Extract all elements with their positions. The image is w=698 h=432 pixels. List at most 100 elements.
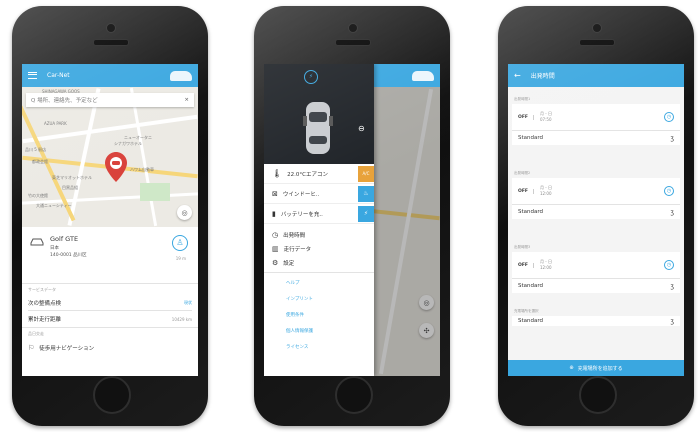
next-service-label: 次の整備点検	[28, 301, 62, 307]
climate-toggle-button[interactable]: A/C	[358, 165, 374, 182]
drawer-item-departure[interactable]: ◷ 出発時間	[264, 228, 374, 242]
home-button	[335, 376, 373, 414]
battery-icon: ▮	[272, 209, 276, 218]
drawer-item-trip-data[interactable]: ▥ 走行データ	[264, 242, 374, 256]
charge-mode-icon: ʒ	[670, 317, 674, 325]
add-charge-location-label: 充電場所を追加する	[577, 365, 623, 372]
drawer-item-climate[interactable]: 🌡 22.0°Cエアコン A/C	[264, 164, 374, 184]
help-link[interactable]: ヘルプ	[264, 275, 374, 291]
locate-icon[interactable]: ◎	[177, 205, 192, 220]
departure-label: 出発時間	[283, 233, 306, 239]
departure-1-mode-row[interactable]: Standard ʒ	[512, 131, 680, 145]
drawer-item-window-heat[interactable]: ⊠ ウインドーヒ.. ♨	[264, 184, 374, 204]
navigation-drawer: ⚡ ⊖ 🌡 22.0°Cエアコン A/C ⊠ ウインドーヒ.. ♨ ▮ バッテリ…	[264, 64, 374, 376]
departure-time-icon: ◷	[272, 231, 279, 239]
home-button	[579, 376, 617, 414]
service-section-header: サービスデータ	[28, 287, 56, 292]
departure-3-toggle[interactable]: OFF	[518, 262, 534, 268]
map-label: AZUA PARK	[44, 121, 67, 126]
lock-icon: ⊖	[358, 124, 365, 133]
departure-2-days: 月 - 日	[539, 185, 552, 190]
phone-departure-screen: ← 出発時間 出発時間1 OFF 月 - 日 07:50 ◷ Standard …	[498, 6, 694, 426]
ev-charge-icon: ⚡	[304, 70, 318, 84]
departure-2-label: 出発時間2	[514, 171, 531, 175]
departure-2-toggle[interactable]: OFF	[518, 188, 534, 194]
charge-mode-icon: ʒ	[670, 282, 674, 290]
map-label: ハワム自動車	[130, 167, 154, 172]
screen: Car-Net SHINAGAWA GOOS AZUA PARK ニューオータニ…	[22, 64, 198, 376]
departure-3-row[interactable]: OFF 月 - 日 12:00 ◷	[512, 252, 680, 278]
search-input[interactable]: Q 場所、連絡先、予定など ×	[26, 93, 194, 107]
map-label: 大通ニューシティー	[36, 203, 72, 208]
gear-icon: ⚙	[272, 259, 279, 267]
map-view[interactable]: SHINAGAWA GOOS AZUA PARK ニューオータニ シナガワホテル…	[22, 87, 198, 227]
car-icon	[412, 70, 434, 81]
map-label: 竹の大使館	[28, 193, 48, 198]
clock-icon[interactable]: ◷	[664, 260, 674, 270]
map-label: 品川 5 駅店	[25, 147, 47, 152]
drawer-header: ⚡ ⊖	[264, 64, 374, 164]
screen: ◎ ✣ ⚡ ⊖ 🌡 22.0°Cエアコン A/C ⊠ ウインドーヒ.. ♨ ▮ …	[264, 64, 440, 376]
add-charge-location-button[interactable]: ⊕ 充電場所を追加する	[508, 360, 684, 376]
departure-3-days: 月 - 日	[539, 259, 552, 264]
thermometer-icon: 🌡	[272, 169, 283, 178]
close-icon[interactable]: ×	[184, 97, 189, 103]
walking-person-icon[interactable]: ♙	[172, 235, 188, 251]
home-button	[93, 376, 131, 414]
front-camera	[592, 23, 602, 33]
clock-icon[interactable]: ◷	[664, 186, 674, 196]
departure-1-mode: Standard	[518, 135, 544, 141]
departure-2-card: OFF 月 - 日 12:00 ◷ Standard ʒ	[512, 178, 680, 219]
privacy-link[interactable]: 個人情報保護	[264, 323, 374, 339]
departure-1-toggle[interactable]: OFF	[518, 114, 534, 120]
back-arrow-icon[interactable]: ←	[514, 71, 521, 80]
earpiece-speaker	[579, 39, 615, 46]
drawer-item-settings[interactable]: ⚙ 設定	[264, 256, 374, 270]
departure-1-label: 出発時間1	[514, 97, 531, 101]
departure-3-time: 12:00	[539, 265, 552, 270]
license-link[interactable]: ライセンス	[264, 339, 374, 355]
clock-icon[interactable]: ◷	[664, 112, 674, 122]
charge-location-card: Standard ʒ	[512, 316, 680, 326]
departure-3-mode: Standard	[518, 283, 544, 289]
earpiece-speaker	[93, 39, 129, 46]
distance: 19 m	[175, 256, 186, 261]
map-label: 目黒品組	[62, 185, 78, 190]
walking-navigation-row[interactable]: ⚐ 徒歩用ナビゲーション	[22, 340, 198, 356]
car-top-view-icon	[303, 102, 333, 154]
departure-1-card: OFF 月 - 日 07:50 ◷ Standard ʒ	[512, 104, 680, 145]
next-service-row: 次の整備点検 現状	[22, 296, 198, 310]
charge-location-mode-row[interactable]: Standard ʒ	[512, 316, 680, 326]
walking-navigation-label: 徒歩用ナビゲーション	[39, 346, 95, 352]
other-section-header: 品日交走	[28, 331, 44, 336]
battery-toggle-button[interactable]: ⚡	[358, 205, 374, 222]
screen: ← 出発時間 出発時間1 OFF 月 - 日 07:50 ◷ Standard …	[508, 64, 684, 376]
drawer-item-battery[interactable]: ▮ バッテリーを充.. ⚡	[264, 204, 374, 224]
departure-3-mode-row[interactable]: Standard ʒ	[512, 279, 680, 293]
app-title: Car-Net	[47, 72, 70, 79]
car-address: 140-0001 品川区	[50, 253, 87, 258]
search-placeholder: Q 場所、連絡先、予定など	[31, 98, 98, 104]
earpiece-speaker	[335, 39, 371, 46]
hamburger-menu-icon[interactable]	[28, 72, 37, 79]
front-camera	[106, 23, 116, 33]
departure-3-label: 出発時間3	[514, 245, 531, 249]
departure-1-row[interactable]: OFF 月 - 日 07:50 ◷	[512, 104, 680, 130]
car-location-pin-icon[interactable]	[104, 151, 128, 183]
departure-2-mode-row[interactable]: Standard ʒ	[512, 205, 680, 219]
departure-2-row[interactable]: OFF 月 - 日 12:00 ◷	[512, 178, 680, 204]
charge-mode-icon: ʒ	[670, 134, 674, 142]
departure-3-card: OFF 月 - 日 12:00 ◷ Standard ʒ	[512, 252, 680, 293]
odometer-row: 累計走行距離 10429 km	[22, 311, 198, 327]
settings-label: 設定	[283, 261, 295, 267]
app-bar: ← 出発時間	[508, 64, 684, 87]
climate-label: 22.0°Cエアコン	[287, 171, 328, 178]
charge-mode-icon: ʒ	[670, 208, 674, 216]
departure-2-mode: Standard	[518, 209, 544, 215]
terms-link[interactable]: 使用条件	[264, 307, 374, 323]
window-heat-toggle-button[interactable]: ♨	[358, 185, 374, 202]
bar-chart-icon: ▥	[272, 245, 279, 253]
charge-location-mode: Standard	[518, 318, 544, 324]
vehicle-card[interactable]: Golf GTE 日本 140-0001 品川区 ♙ 19 m	[22, 227, 198, 283]
imprint-link[interactable]: インプリント	[264, 291, 374, 307]
